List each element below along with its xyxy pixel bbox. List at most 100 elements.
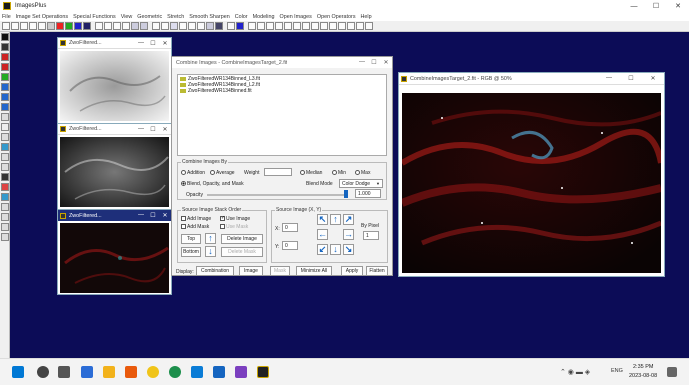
arrow-right-icon[interactable]: →	[343, 229, 354, 240]
target-image-titlebar[interactable]: CombineImagesTarget_2.fit - RGB @ 50% — …	[399, 73, 664, 85]
target-close-button[interactable]: ✕	[642, 75, 664, 82]
app-minimize-button[interactable]: —	[625, 0, 643, 12]
median-radio[interactable]: Median	[300, 170, 322, 176]
menu-file[interactable]: File	[2, 14, 11, 20]
dialog-minimize-button[interactable]: —	[356, 59, 368, 66]
red-channel-icon[interactable]	[56, 22, 64, 30]
zoom-icon[interactable]	[248, 22, 256, 30]
menu-open-operators[interactable]: Open Operators	[317, 14, 356, 20]
close-image-icon[interactable]	[29, 22, 37, 30]
tool-14-icon[interactable]	[1, 163, 9, 171]
tool-16-icon[interactable]	[1, 183, 9, 191]
blend-mode-select[interactable]: Color Dodge ▼	[339, 179, 383, 188]
thumb-3-maximize-button[interactable]: ☐	[147, 212, 159, 219]
blue-channel-icon[interactable]	[74, 22, 82, 30]
thumb-window-2[interactable]: ZwoFiltered... — ☐ ✕	[57, 123, 172, 210]
move-down-icon[interactable]: ↓	[205, 246, 216, 257]
taskbar-app-2-icon[interactable]	[147, 366, 159, 378]
taskbar-app-4-icon[interactable]	[213, 366, 225, 378]
thumb-3-close-button[interactable]: ✕	[159, 212, 171, 219]
opacity-slider-thumb[interactable]	[344, 190, 348, 198]
luminance-icon[interactable]	[83, 22, 91, 30]
tool-9-icon[interactable]	[1, 113, 9, 121]
window-4-icon[interactable]	[329, 22, 337, 30]
by-pixel-input[interactable]: 1	[363, 231, 379, 240]
mask-icon[interactable]	[206, 22, 214, 30]
search-icon[interactable]	[37, 366, 49, 378]
addition-radio[interactable]: Addition	[181, 170, 205, 176]
tool-21-icon[interactable]	[1, 233, 9, 241]
add-image-checkbox[interactable]: Add Image	[181, 216, 211, 222]
arrow-up-icon[interactable]: ↑	[330, 214, 341, 225]
x-offset-input[interactable]: 0	[282, 223, 298, 232]
tool-13-icon[interactable]	[1, 153, 9, 161]
tool-2-icon[interactable]	[1, 43, 9, 51]
language-indicator[interactable]: ENG	[611, 368, 623, 374]
cascade-icon[interactable]	[293, 22, 301, 30]
multiply-icon[interactable]	[197, 22, 205, 30]
curves-icon[interactable]	[161, 22, 169, 30]
apply-button[interactable]: Apply	[341, 266, 363, 276]
tool-4-icon[interactable]	[1, 63, 9, 71]
window-6-icon[interactable]	[347, 22, 355, 30]
thumb-window-3[interactable]: ZwoFiltered... — ☐ ✕	[57, 209, 172, 295]
thumb-2-close-button[interactable]: ✕	[159, 126, 171, 133]
combination-button[interactable]: Combination	[196, 266, 234, 276]
clock-time[interactable]: 2:35 PM	[633, 364, 653, 370]
thumb-1-maximize-button[interactable]: ☐	[147, 40, 159, 47]
tool-11-icon[interactable]	[1, 133, 9, 141]
subtract-icon[interactable]	[188, 22, 196, 30]
thumb-window-2-titlebar[interactable]: ZwoFiltered... — ☐ ✕	[58, 124, 171, 135]
new-icon[interactable]	[2, 22, 10, 30]
menu-help[interactable]: Help	[361, 14, 372, 20]
imagesplus-taskbar-icon[interactable]	[257, 366, 269, 378]
top-button[interactable]: Top	[181, 234, 201, 244]
stretch-icon[interactable]	[170, 22, 178, 30]
zoom-out-icon[interactable]	[266, 22, 274, 30]
menu-smooth-sharpen[interactable]: Smooth Sharpen	[189, 14, 229, 20]
thumb-window-1-titlebar[interactable]: ZwoFiltered... — ☐ ✕	[58, 38, 171, 49]
min-radio[interactable]: Min	[332, 170, 346, 176]
target-minimize-button[interactable]: —	[598, 75, 620, 82]
delete-image-button[interactable]: Delete Image	[221, 234, 263, 244]
move-up-icon[interactable]: ↑	[205, 233, 216, 244]
tool-3-icon[interactable]	[1, 53, 9, 61]
opacity-input[interactable]: 1.000	[355, 189, 381, 198]
tool-10-icon[interactable]	[1, 123, 9, 131]
thumb-2-minimize-button[interactable]: —	[135, 126, 147, 133]
rotate-right-icon[interactable]	[122, 22, 130, 30]
window-2-icon[interactable]	[311, 22, 319, 30]
delete-mask-button[interactable]: Delete Mask	[221, 247, 263, 257]
flip-horizontal-icon[interactable]	[95, 22, 103, 30]
thumb-window-3-titlebar[interactable]: ZwoFiltered... — ☐ ✕	[58, 210, 171, 221]
flip-vertical-icon[interactable]	[104, 22, 112, 30]
minimize-all-button[interactable]: Minimize All	[296, 266, 332, 276]
widgets-icon[interactable]	[81, 366, 93, 378]
green-channel-icon[interactable]	[65, 22, 73, 30]
open-icon[interactable]	[11, 22, 19, 30]
menu-geometric[interactable]: Geometric	[137, 14, 162, 20]
taskbar-app-1-icon[interactable]	[125, 366, 137, 378]
taskbar-app-3-icon[interactable]	[191, 366, 203, 378]
max-radio[interactable]: Max	[355, 170, 370, 176]
tile-icon[interactable]	[284, 22, 292, 30]
dialog-close-button[interactable]: ✕	[380, 59, 392, 66]
add-mask-checkbox[interactable]: Add Mask	[181, 224, 209, 230]
menu-image-set-operations[interactable]: Image Set Operations	[16, 14, 68, 20]
window-3-icon[interactable]	[320, 22, 328, 30]
y-offset-input[interactable]: 0	[282, 241, 298, 250]
flatten-button[interactable]: Flatten	[366, 266, 388, 276]
thumb-1-close-button[interactable]: ✕	[159, 40, 171, 47]
window-7-icon[interactable]	[356, 22, 364, 30]
pencil-icon[interactable]	[227, 22, 235, 30]
add-icon[interactable]	[179, 22, 187, 30]
weight-input[interactable]	[264, 168, 292, 176]
taskbar-app-5-icon[interactable]	[235, 366, 247, 378]
average-radio[interactable]: Average	[210, 170, 235, 176]
blend-radio[interactable]: Blend, Opacity, and Mask	[181, 181, 244, 187]
arrow-up-left-icon[interactable]: ↖	[317, 214, 328, 225]
thumb-window-1[interactable]: ZwoFiltered... — ☐ ✕	[57, 37, 172, 124]
menu-open-images[interactable]: Open Images	[280, 14, 312, 20]
menu-view[interactable]: View	[121, 14, 133, 20]
arrow-up-right-icon[interactable]: ↗	[343, 214, 354, 225]
